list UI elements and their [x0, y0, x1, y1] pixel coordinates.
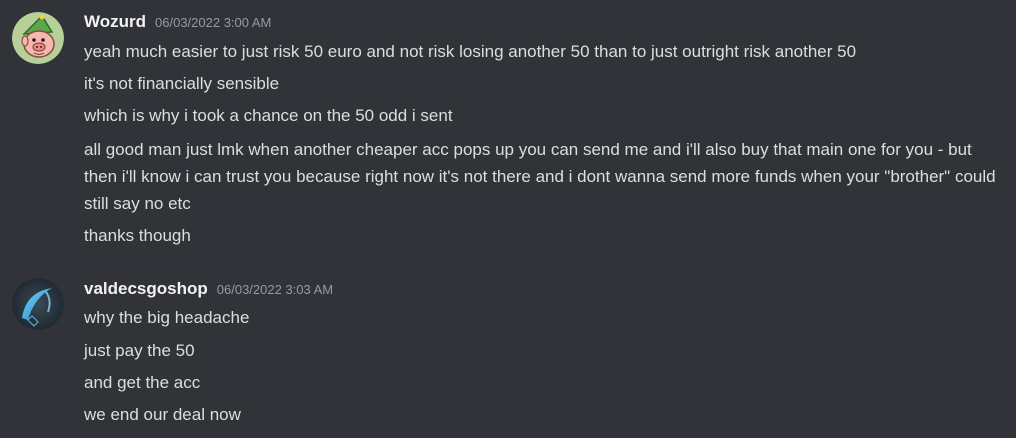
user-avatar[interactable]: [12, 278, 64, 330]
message-text: all good man just lmk when another cheap…: [84, 140, 996, 213]
knife-avatar-icon: [12, 278, 64, 330]
timestamp[interactable]: 06/03/2022 3:03 AM: [217, 282, 333, 297]
message-text: why the big headache: [84, 308, 250, 327]
message-text: which is why i took a chance on the 50 o…: [84, 106, 453, 125]
message-header: Wozurd 06/03/2022 3:00 AM: [84, 12, 271, 34]
message-header: valdecsgoshop 06/03/2022 3:03 AM: [84, 279, 333, 301]
username[interactable]: valdecsgoshop: [84, 279, 208, 299]
user-avatar[interactable]: [12, 12, 64, 64]
elf-pig-avatar-icon: [12, 12, 64, 64]
message-text: we end our deal now: [84, 405, 241, 424]
message-text: and get the acc: [84, 373, 201, 392]
timestamp[interactable]: 06/03/2022 3:00 AM: [155, 15, 271, 30]
message-text: just pay the 50: [84, 341, 195, 360]
username[interactable]: Wozurd: [84, 12, 146, 32]
message-text: yeah much easier to just risk 50 euro an…: [84, 42, 857, 61]
message-text: thanks though: [84, 226, 191, 245]
message-text: it's not financially sensible: [84, 74, 280, 93]
